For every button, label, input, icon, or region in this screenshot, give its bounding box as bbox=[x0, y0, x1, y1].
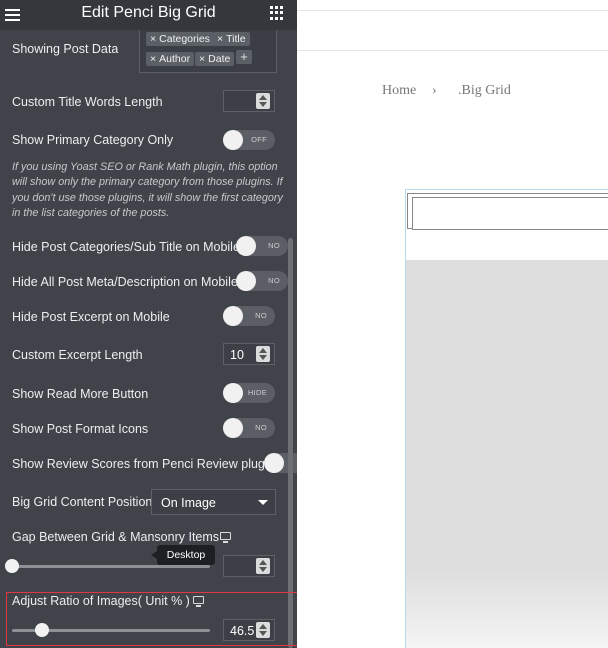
excerpt-length-label: Custom Excerpt Length bbox=[12, 348, 143, 362]
divider bbox=[297, 50, 608, 51]
panel-title: Edit Penci Big Grid bbox=[81, 4, 216, 21]
title-words-label: Custom Title Words Length bbox=[12, 95, 163, 109]
toggle-knob bbox=[223, 130, 243, 150]
hide-categories-toggle[interactable]: NO bbox=[236, 236, 288, 256]
gap-slider-track[interactable] bbox=[12, 565, 210, 568]
toggle-knob bbox=[236, 271, 256, 291]
stepper-icon[interactable] bbox=[256, 346, 270, 362]
post-data-tags-input[interactable]: × Categories × Title × Author × Date + bbox=[139, 30, 277, 73]
read-more-label: Show Read More Button bbox=[12, 387, 149, 401]
remove-icon[interactable]: × bbox=[217, 33, 223, 45]
device-tooltip: Desktop bbox=[151, 545, 215, 565]
title-words-input[interactable] bbox=[223, 90, 275, 112]
widgets-grid-icon[interactable] bbox=[270, 6, 284, 20]
content-position-select[interactable]: On Image bbox=[151, 489, 276, 515]
page-preview: Home › .Big Grid bbox=[297, 0, 608, 648]
panel-scrollbar[interactable] bbox=[288, 238, 293, 648]
tag-author[interactable]: × Author bbox=[146, 52, 195, 66]
divider bbox=[297, 10, 608, 11]
stepper-icon[interactable] bbox=[256, 93, 270, 109]
toggle-knob bbox=[223, 383, 243, 403]
tag-categories[interactable]: × Categories bbox=[146, 32, 214, 46]
showing-post-data-label: Showing Post Data bbox=[12, 42, 119, 56]
gap-input[interactable] bbox=[223, 555, 275, 577]
gap-slider-thumb[interactable] bbox=[5, 559, 19, 573]
remove-icon[interactable]: × bbox=[199, 53, 205, 65]
selection-highlight bbox=[6, 592, 297, 646]
content-position-label: Big Grid Content Position bbox=[12, 495, 153, 509]
toggle-knob bbox=[223, 306, 243, 326]
breadcrumb-separator: › bbox=[432, 83, 437, 98]
hide-meta-toggle[interactable]: NO bbox=[236, 271, 288, 291]
toggle-knob bbox=[236, 236, 256, 256]
remove-icon[interactable]: × bbox=[150, 53, 156, 65]
post-format-toggle[interactable]: NO bbox=[223, 418, 275, 438]
tag-date[interactable]: × Date bbox=[195, 52, 235, 66]
post-format-label: Show Post Format Icons bbox=[12, 422, 149, 436]
hide-excerpt-toggle[interactable]: NO bbox=[223, 306, 275, 326]
primary-category-label: Show Primary Category Only bbox=[12, 133, 174, 147]
tag-title[interactable]: × Title bbox=[213, 32, 250, 46]
big-grid-placeholder[interactable] bbox=[406, 260, 608, 648]
primary-category-note: If you using Yoast SEO or Rank Math plug… bbox=[12, 161, 283, 220]
primary-category-toggle[interactable]: OFF bbox=[223, 130, 275, 150]
chevron-down-icon bbox=[258, 500, 268, 505]
breadcrumb-current: .Big Grid bbox=[458, 83, 511, 98]
review-scores-label: Show Review Scores from Penci Review plu… bbox=[12, 457, 275, 471]
hide-categories-label: Hide Post Categories/Sub Title on Mobile bbox=[12, 240, 240, 254]
desktop-device-icon[interactable] bbox=[220, 532, 231, 543]
toggle-knob bbox=[264, 453, 284, 473]
excerpt-length-input[interactable]: 10 bbox=[223, 343, 275, 365]
stepper-icon[interactable] bbox=[256, 558, 270, 574]
editor-panel: Edit Penci Big Grid Showing Post Data × C… bbox=[0, 0, 297, 648]
add-tag-button[interactable]: + bbox=[236, 50, 252, 64]
breadcrumb-home[interactable]: Home bbox=[382, 83, 416, 99]
remove-icon[interactable]: × bbox=[150, 33, 156, 45]
hide-excerpt-label: Hide Post Excerpt on Mobile bbox=[12, 310, 170, 324]
toggle-knob bbox=[223, 418, 243, 438]
read-more-toggle[interactable]: HIDE bbox=[223, 383, 275, 403]
panel-header: Edit Penci Big Grid bbox=[0, 0, 297, 30]
widget-inner-outline bbox=[412, 197, 608, 230]
gap-label: Gap Between Grid & Mansonry Items bbox=[12, 530, 220, 544]
hide-meta-label: Hide All Post Meta/Description on Mobile bbox=[12, 275, 238, 289]
